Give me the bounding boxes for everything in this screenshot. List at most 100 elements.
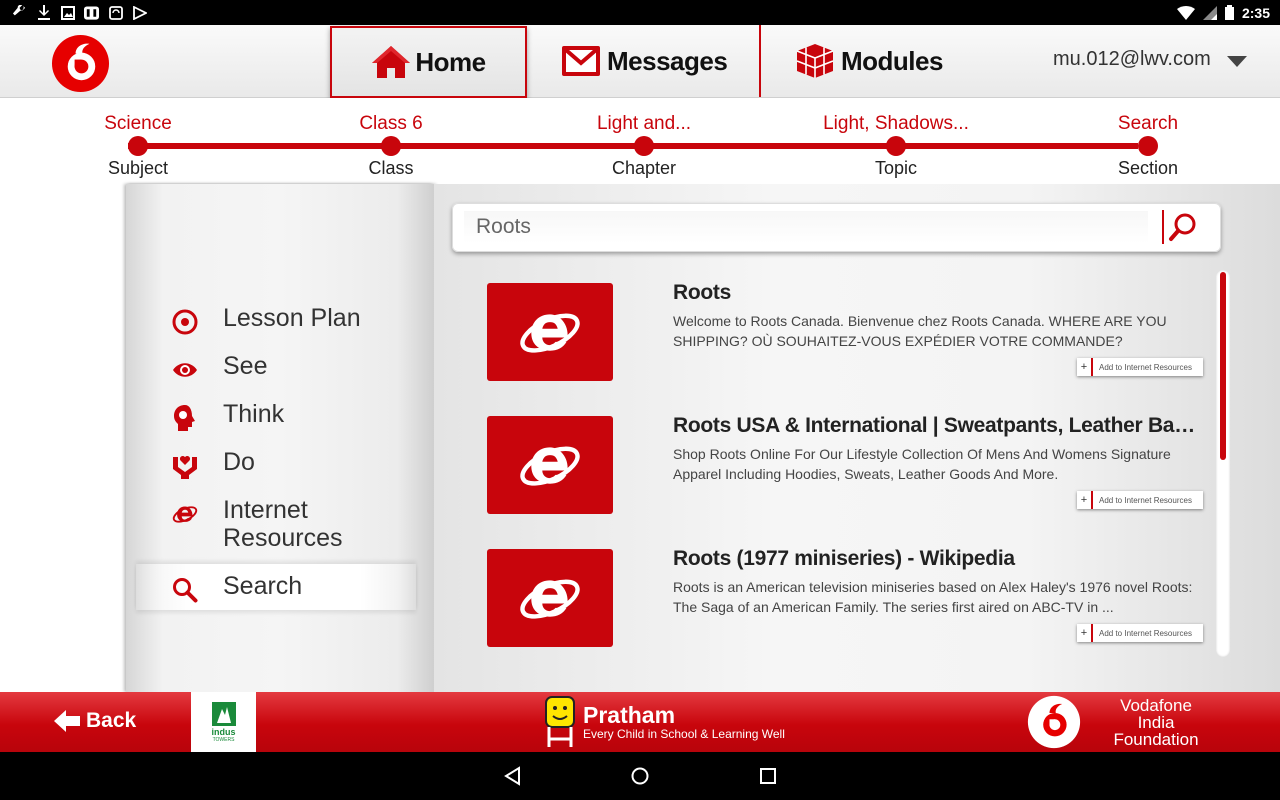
sidebar-item-label: Lesson Plan: [223, 304, 361, 332]
internet-explorer-icon: [520, 446, 580, 486]
sidebar-item-do[interactable]: Do: [170, 448, 255, 481]
add-to-internet-resources-button[interactable]: + Add to Internet Resources: [1077, 624, 1203, 642]
breadcrumb-label: Subject: [107, 158, 169, 178]
arrow-left-icon: [54, 710, 80, 732]
pratham-tagline: Every Child in School & Learning Well: [583, 727, 785, 741]
sidebar-item-label: See: [223, 352, 268, 380]
vif-line-2: India: [1137, 713, 1175, 732]
eye-icon: [170, 355, 200, 385]
breadcrumb-label: Class: [368, 158, 414, 178]
envelope-icon: [562, 46, 600, 76]
breadcrumb-value: Science: [104, 113, 172, 134]
target-icon: [170, 307, 200, 337]
add-to-internet-resources-button[interactable]: + Add to Internet Resources: [1077, 358, 1203, 376]
indus-towers-logo: indus TOWERS: [191, 692, 256, 752]
nav-divider: [759, 25, 761, 97]
pratham-logo: Pratham Every Child in School & Learning…: [541, 695, 785, 749]
cubes-icon: [796, 44, 834, 78]
vodafone-foundation-text: Vodafone India Foundation: [1096, 697, 1216, 748]
result-description: Shop Roots Online For Our Lifestyle Coll…: [673, 446, 1171, 482]
result-description: Roots is an American television miniseri…: [673, 579, 1193, 615]
nav-home-label: Home: [415, 46, 486, 77]
app-notification-icon: [84, 5, 99, 20]
list-item[interactable]: Roots USA & International | Sweatpants, …: [487, 403, 1227, 514]
sidebar-item-see[interactable]: See: [170, 352, 267, 385]
breadcrumb-dot: [1138, 136, 1158, 156]
search-icon: [170, 575, 200, 605]
chevron-down-icon[interactable]: [1227, 56, 1247, 67]
list-item[interactable]: Roots Welcome to Roots Canada. Bienvenue…: [487, 270, 1227, 381]
nav-messages-label: Messages: [607, 45, 728, 76]
indus-sub: TOWERS: [212, 737, 235, 743]
result-title[interactable]: Roots: [673, 281, 1203, 305]
vodafone-logo: [51, 34, 110, 93]
search-results-list: Roots Welcome to Roots Canada. Bienvenue…: [434, 270, 1234, 670]
breadcrumb-value: Light and...: [596, 113, 692, 134]
add-to-internet-resources-button[interactable]: + Add to Internet Resources: [1077, 491, 1203, 509]
sidebar-item-think[interactable]: Think: [170, 400, 284, 433]
breadcrumb-label: Chapter: [611, 158, 677, 178]
sidebar-item-lesson-plan[interactable]: Lesson Plan: [170, 304, 361, 337]
result-title[interactable]: Roots USA & International | Sweatpants, …: [673, 414, 1203, 438]
vif-line-1: Vodafone: [1120, 696, 1192, 715]
result-thumbnail[interactable]: [487, 416, 613, 514]
breadcrumb-value: Search: [1117, 113, 1179, 134]
result-thumbnail[interactable]: [487, 549, 613, 647]
result-description: Welcome to Roots Canada. Bienvenue chez …: [673, 313, 1167, 349]
nav-messages-tab[interactable]: Messages: [561, 26, 728, 96]
scrollbar[interactable]: [1216, 270, 1230, 657]
search-box: [452, 203, 1221, 252]
plus-icon: +: [1077, 491, 1093, 509]
footer-bar: Back indus TOWERS Pratham Every Child in…: [0, 692, 1280, 752]
result-title[interactable]: Roots (1977 miniseries) - Wikipedia: [673, 547, 1203, 571]
add-button-label: Add to Internet Resources: [1099, 628, 1192, 638]
pratham-mascot-icon: [545, 696, 575, 747]
internet-explorer-icon: [520, 579, 580, 619]
list-item[interactable]: Roots (1977 miniseries) - Wikipedia Root…: [487, 536, 1227, 647]
back-button[interactable]: Back: [54, 709, 136, 733]
sync-icon: [108, 5, 123, 20]
content-area: Lesson Plan See Think Do Internet Resour…: [0, 184, 1280, 692]
search-input[interactable]: [464, 211, 1148, 243]
add-button-label: Add to Internet Resources: [1099, 362, 1192, 372]
indus-logo-mark-icon: [211, 702, 236, 726]
plus-icon: +: [1077, 358, 1093, 376]
back-triangle-icon[interactable]: [503, 766, 523, 786]
search-button[interactable]: [1162, 210, 1202, 244]
breadcrumb-value: Light, Shadows...: [823, 113, 969, 134]
result-thumbnail[interactable]: [487, 283, 613, 381]
scrollbar-thumb[interactable]: [1220, 272, 1226, 460]
breadcrumb-label: Section: [1117, 158, 1179, 178]
sidebar: Lesson Plan See Think Do Internet Resour…: [126, 184, 434, 692]
vodafone-foundation-logo: [1027, 695, 1081, 749]
nav-modules-tab[interactable]: Modules: [795, 26, 943, 96]
signal-icon: [1202, 5, 1217, 20]
sidebar-item-label: Internet Resources: [223, 496, 343, 552]
vif-line-3: Foundation: [1113, 730, 1199, 749]
internet-explorer-icon: [520, 313, 580, 353]
plus-icon: +: [1077, 624, 1093, 642]
breadcrumb-dot: [128, 136, 148, 156]
search-icon: [1169, 213, 1196, 241]
head-icon: [170, 403, 200, 433]
sidebar-item-label: Do: [223, 448, 255, 476]
app-screen: 2:35 Home Messages Modules mu.012@lwv.co…: [0, 0, 1280, 800]
indus-name: indus: [211, 727, 236, 737]
sidebar-item-search[interactable]: Search: [170, 572, 302, 605]
breadcrumb-dot: [381, 136, 401, 156]
add-button-label: Add to Internet Resources: [1099, 495, 1192, 505]
battery-icon: [1224, 5, 1234, 20]
image-icon: [60, 5, 75, 20]
home-circle-icon[interactable]: [630, 766, 650, 786]
breadcrumb-dot: [886, 136, 906, 156]
internet-explorer-icon: [170, 499, 200, 529]
sidebar-item-label: Think: [223, 400, 285, 428]
breadcrumb-label: Topic: [874, 158, 918, 178]
sidebar-item-internet-resources[interactable]: Internet Resources: [170, 496, 353, 552]
breadcrumb-dot: [634, 136, 654, 156]
nav-modules-label: Modules: [841, 45, 943, 76]
nav-home-tab[interactable]: Home: [330, 26, 527, 98]
wifi-icon: [1176, 5, 1195, 20]
user-email[interactable]: mu.012@lwv.com: [1053, 48, 1211, 71]
recents-square-icon[interactable]: [758, 766, 778, 786]
